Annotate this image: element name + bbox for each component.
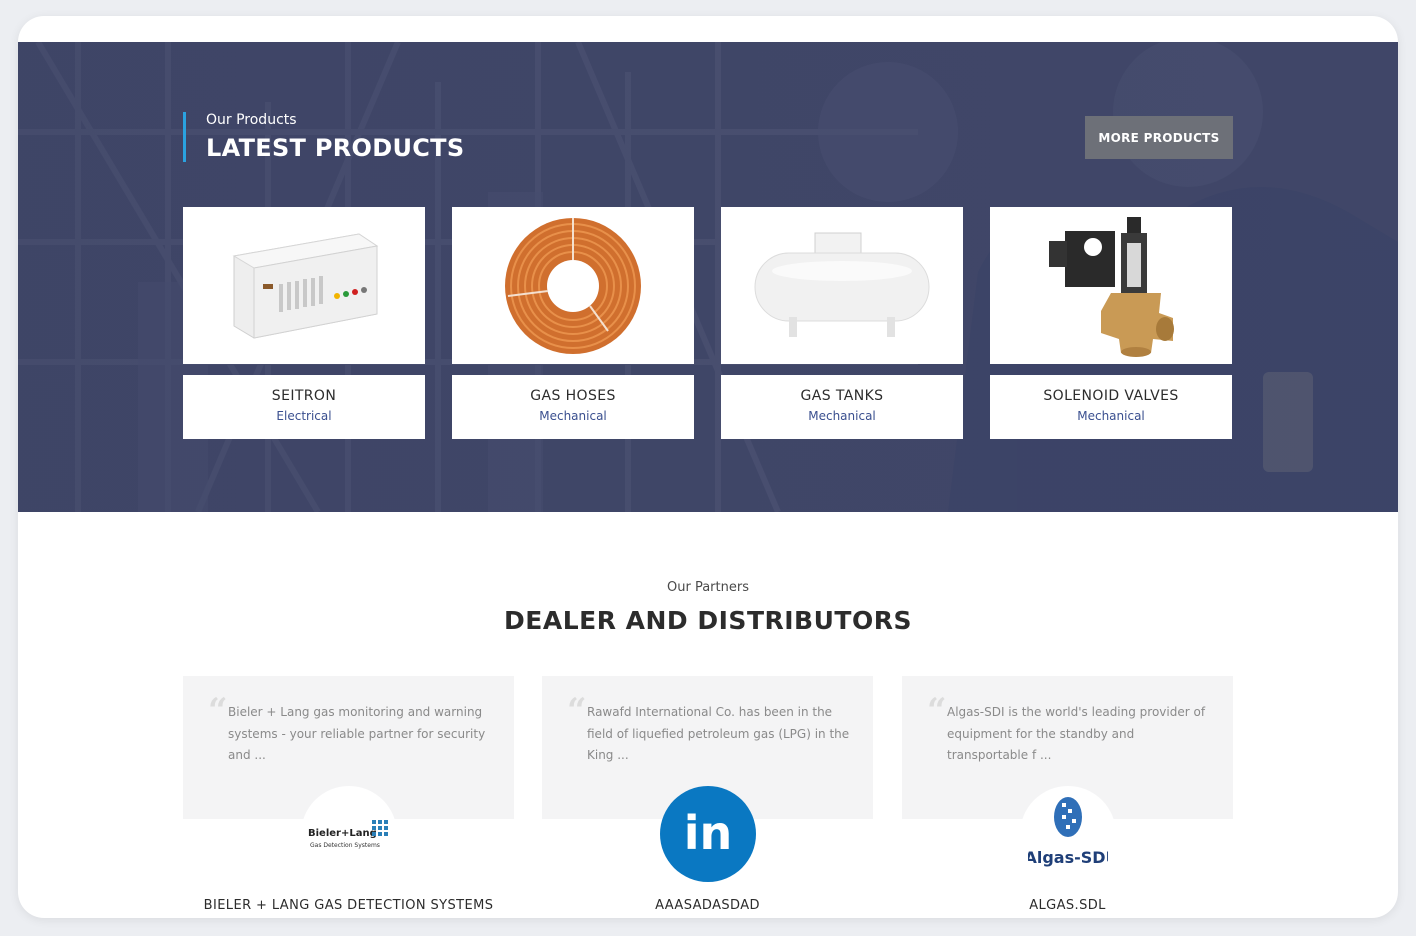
product-image[interactable]	[721, 207, 963, 364]
bieler-lang-logo: Bieler+Lang Gas Detection Systems	[308, 820, 388, 849]
partner-logo[interactable]: Bieler+Lang Gas Detection Systems	[301, 786, 397, 882]
product-image[interactable]	[452, 207, 694, 364]
product-name[interactable]: GAS TANKS	[721, 388, 963, 404]
product-category: Mechanical	[808, 409, 876, 423]
linkedin-icon: in	[684, 806, 733, 860]
product-image[interactable]	[183, 207, 425, 364]
product-name[interactable]: SEITRON	[183, 388, 425, 404]
section-title: LATEST PRODUCTS	[206, 134, 465, 162]
partner-description: Rawafd International Co. has been in the…	[587, 705, 850, 762]
section-heading: Our Products LATEST PRODUCTS	[183, 112, 464, 162]
algas-sdi-logo: Algas-SDI	[1028, 797, 1108, 867]
svg-text:Bieler+Lang: Bieler+Lang	[308, 828, 377, 839]
partner-description: Bieler + Lang gas monitoring and warning…	[228, 705, 486, 762]
quote-icon: “	[567, 691, 587, 731]
gas-hose-coil-image	[505, 217, 641, 354]
product-info: GAS HOSES Mechanical	[452, 375, 694, 439]
svg-text:Algas-SDI: Algas-SDI	[1028, 848, 1108, 867]
section-eyebrow: Our Products	[206, 112, 297, 128]
gas-tank-image	[754, 232, 930, 337]
product-info: SOLENOID VALVES Mechanical	[990, 375, 1232, 439]
partner-logo[interactable]: Algas-SDI	[1020, 786, 1116, 882]
solenoid-valve-image	[1049, 217, 1174, 357]
product-info: GAS TANKS Mechanical	[721, 375, 963, 439]
partner-card[interactable]: “ Bieler + Lang gas monitoring and warni…	[183, 676, 514, 918]
product-category: Electrical	[276, 409, 332, 423]
product-card[interactable]: SOLENOID VALVES Mechanical	[990, 207, 1232, 439]
product-card[interactable]: SEITRON Electrical	[183, 207, 425, 439]
latest-products-section: Our Products LATEST PRODUCTS MORE PRODUC…	[18, 42, 1398, 512]
product-info: SEITRON Electrical	[183, 375, 425, 439]
partners-eyebrow: Our Partners	[667, 580, 749, 595]
product-category: Mechanical	[539, 409, 607, 423]
page-frame: Our Products LATEST PRODUCTS MORE PRODUC…	[18, 16, 1398, 918]
partner-name[interactable]: BIELER + LANG GAS DETECTION SYSTEMS	[183, 898, 514, 913]
partner-card[interactable]: “ Rawafd International Co. has been in t…	[542, 676, 873, 918]
quote-icon: “	[208, 691, 228, 731]
product-name[interactable]: GAS HOSES	[452, 388, 694, 404]
more-products-button[interactable]: MORE PRODUCTS	[1085, 116, 1233, 159]
partner-logo[interactable]: in	[660, 786, 756, 882]
svg-text:Gas Detection Systems: Gas Detection Systems	[310, 842, 380, 849]
partner-description: Algas-SDI is the world's leading provide…	[947, 705, 1206, 762]
product-name[interactable]: SOLENOID VALVES	[990, 388, 1232, 404]
partner-card[interactable]: “ Algas-SDI is the world's leading provi…	[902, 676, 1233, 918]
svg-text:in: in	[684, 806, 733, 860]
product-image[interactable]	[990, 207, 1232, 364]
gas-detector-panel-image	[232, 232, 379, 339]
product-card[interactable]: GAS HOSES Mechanical	[452, 207, 694, 439]
quote-icon: “	[927, 691, 947, 731]
partner-name[interactable]: AAASADASDAD	[542, 898, 873, 913]
product-card[interactable]: GAS TANKS Mechanical	[721, 207, 963, 439]
product-category: Mechanical	[1077, 409, 1145, 423]
partners-title: DEALER AND DISTRIBUTORS	[504, 606, 912, 635]
partner-name[interactable]: ALGAS.SDL	[902, 898, 1233, 913]
